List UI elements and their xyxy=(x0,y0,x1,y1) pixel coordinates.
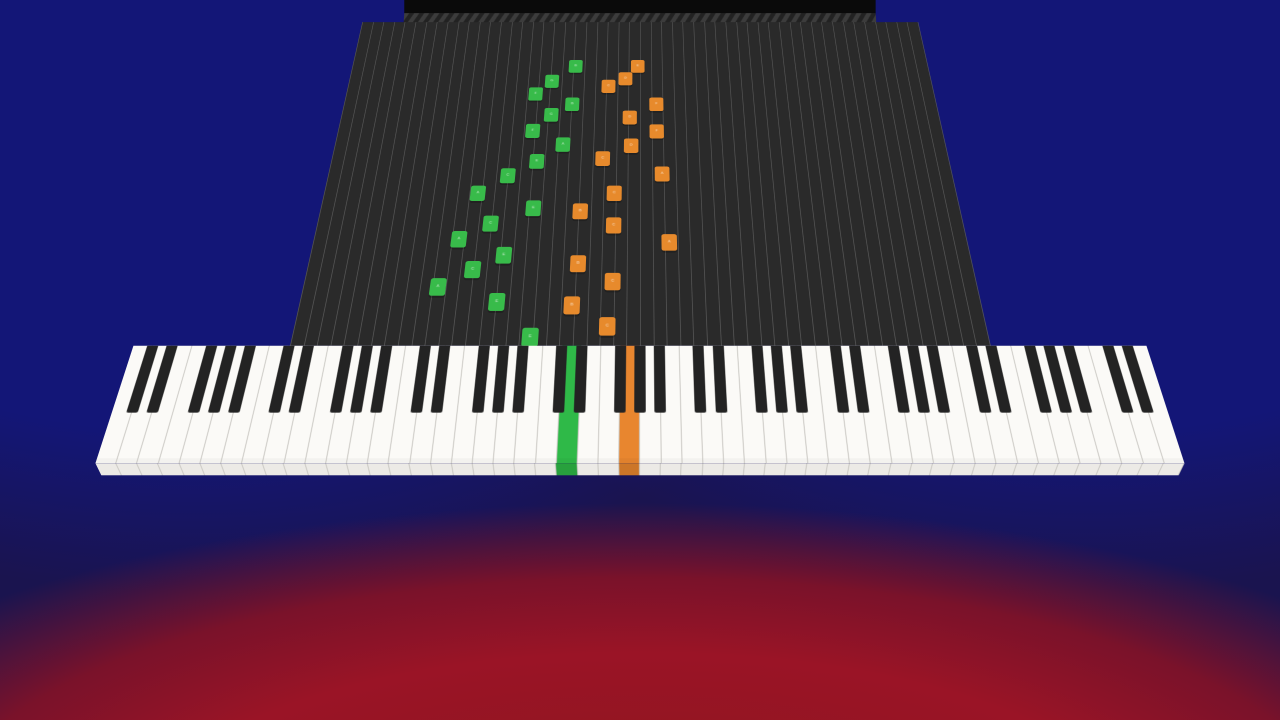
note-block: G xyxy=(545,75,560,88)
note-block: E xyxy=(525,200,541,216)
note-block: B xyxy=(570,255,586,272)
note-block: E xyxy=(529,154,545,169)
note-block: E xyxy=(521,328,539,347)
note-block: A xyxy=(555,137,570,151)
black-key[interactable] xyxy=(790,346,808,413)
note-block: A xyxy=(655,166,670,181)
lane-gridline xyxy=(384,22,438,346)
lane-gridline xyxy=(843,22,897,346)
lane-gridline xyxy=(344,22,406,346)
lane-gridline xyxy=(532,22,555,346)
note-block: B xyxy=(569,60,583,73)
note-block: A xyxy=(661,234,677,251)
black-key[interactable] xyxy=(849,346,869,413)
lane-gridline xyxy=(398,22,449,346)
lane-gridline xyxy=(519,22,545,346)
black-key[interactable] xyxy=(289,346,314,413)
lane-gridline xyxy=(425,22,470,346)
black-key[interactable] xyxy=(614,346,626,413)
lane-gridline xyxy=(438,22,480,346)
lane-gridline xyxy=(704,22,722,346)
lane-gridline xyxy=(864,22,923,346)
black-key[interactable] xyxy=(907,346,930,413)
note-block: C xyxy=(606,217,622,233)
lane-gridline xyxy=(832,22,883,346)
note-block: F xyxy=(649,124,663,138)
black-key[interactable] xyxy=(411,346,431,413)
black-key[interactable] xyxy=(771,346,788,413)
black-key[interactable] xyxy=(829,346,849,413)
lane-gridline xyxy=(651,22,655,346)
note-block: D xyxy=(619,72,633,85)
black-key[interactable] xyxy=(472,346,490,413)
lane-gridline xyxy=(683,22,695,346)
note-block: E xyxy=(495,247,512,264)
note-block: A xyxy=(450,231,467,247)
note-block: F xyxy=(525,124,540,138)
note-block: A xyxy=(469,186,486,201)
note-block: F xyxy=(649,98,663,112)
black-key[interactable] xyxy=(492,346,509,413)
lane-gridline xyxy=(505,22,534,346)
lane-gridline xyxy=(918,22,991,346)
black-key[interactable] xyxy=(350,346,373,413)
black-key[interactable] xyxy=(431,346,451,413)
note-block: F xyxy=(528,87,543,100)
note-block: C xyxy=(607,186,622,201)
black-key[interactable] xyxy=(927,346,951,413)
black-key[interactable] xyxy=(512,346,528,413)
lane-gridline xyxy=(672,22,681,346)
black-key[interactable] xyxy=(654,346,666,413)
note-block: C xyxy=(604,273,620,290)
note-block: C xyxy=(482,216,499,232)
lane-gridline xyxy=(736,22,762,346)
note-block: D xyxy=(623,111,637,125)
black-key[interactable] xyxy=(712,346,727,413)
black-key[interactable] xyxy=(370,346,392,413)
note-block: B xyxy=(563,296,580,314)
note-block: B xyxy=(572,203,588,219)
lane-gridline xyxy=(725,22,748,346)
note-block: C xyxy=(601,80,615,93)
lane-gridline xyxy=(357,22,416,346)
lane-gridline xyxy=(586,22,598,346)
black-key[interactable] xyxy=(888,346,910,413)
black-key[interactable] xyxy=(693,346,707,413)
black-key[interactable] xyxy=(330,346,354,413)
note-lane: BGFBGFAECAECAECAEEEDCFDFDCACBCABCBC xyxy=(290,22,990,346)
lane-gridline xyxy=(800,22,843,346)
black-key[interactable] xyxy=(573,346,587,413)
lane-gridline xyxy=(627,22,631,346)
black-key[interactable] xyxy=(751,346,767,413)
lane-gridline xyxy=(811,22,856,346)
piano-keyboard[interactable] xyxy=(95,346,1184,463)
control-panel: Axenntio - Deception Speed: 100% xyxy=(404,0,875,13)
note-block: C xyxy=(500,168,516,183)
keyboard-front xyxy=(95,463,1184,475)
note-block: C xyxy=(464,261,482,278)
note-block: G xyxy=(544,108,559,122)
lane-gridline xyxy=(613,22,619,346)
lane-gridline xyxy=(546,22,566,346)
black-key[interactable] xyxy=(634,346,646,413)
black-key[interactable] xyxy=(553,346,568,413)
note-block: D xyxy=(624,139,639,153)
note-block: E xyxy=(631,60,645,73)
note-block: B xyxy=(565,98,580,112)
note-block: E xyxy=(488,293,506,311)
lane-gridline xyxy=(661,22,667,346)
lane-gridline xyxy=(600,22,609,346)
note-block: C xyxy=(595,151,610,166)
scene: Axenntio - Deception Speed: 100% xyxy=(0,0,1280,720)
lane-gridline xyxy=(452,22,492,346)
